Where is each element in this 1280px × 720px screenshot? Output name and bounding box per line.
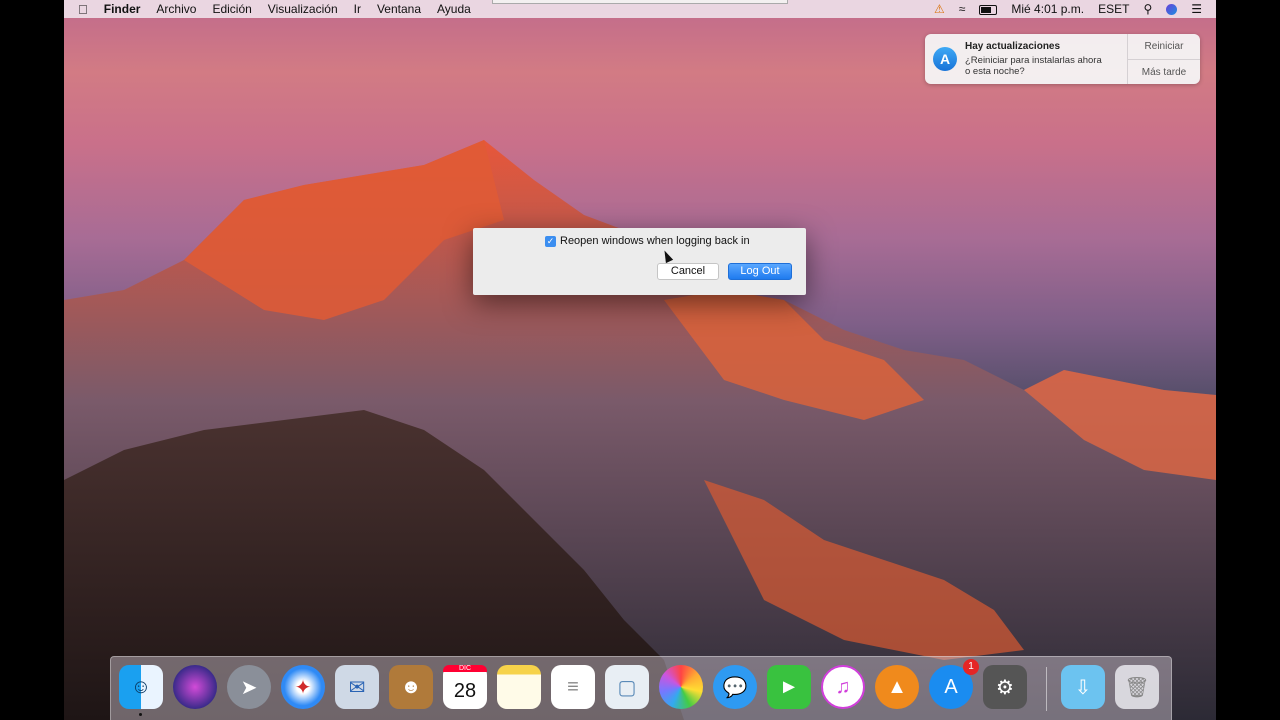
notes-icon[interactable]: [497, 665, 541, 709]
menu-visualizacion[interactable]: Visualización: [268, 2, 338, 16]
calendar-icon[interactable]: DIC 28: [443, 665, 487, 709]
menu-app-name[interactable]: Finder: [104, 2, 141, 16]
menu-ayuda[interactable]: Ayuda: [437, 2, 471, 16]
notification-body: ¿Reiniciar para instalarlas ahora o esta…: [965, 55, 1102, 77]
preview-icon[interactable]: ▢: [605, 665, 649, 709]
apple-menu-icon[interactable]: : [78, 2, 88, 17]
spotlight-strip: [492, 0, 788, 4]
menu-archivo[interactable]: Archivo: [156, 2, 196, 16]
app-store-icon: A: [933, 47, 957, 71]
notification-title: Hay actualizaciones: [965, 41, 1061, 52]
update-notification[interactable]: A Hay actualizaciones ¿Reiniciar para in…: [925, 34, 1200, 84]
siri-icon[interactable]: [1166, 3, 1178, 15]
desktop:  Finder Archivo Edición Visualización I…: [64, 0, 1216, 720]
search-icon[interactable]: ⚲: [1143, 2, 1152, 16]
calendar-month: DIC: [443, 665, 487, 672]
wifi-icon[interactable]: ≈: [959, 2, 966, 16]
logout-button[interactable]: Log Out: [728, 263, 792, 280]
finder-icon[interactable]: ☺: [119, 665, 163, 716]
calendar-day: 28: [453, 679, 477, 702]
dock: ☺ ➤ ✦ ✉ ☻ DIC 28 ≡ ▢ 💬 ► ♫ ▲ A 1 ⚙ ⇩ 🗑: [110, 656, 1172, 720]
warning-icon[interactable]: ⚠: [934, 2, 945, 16]
dock-separator: [1046, 667, 1047, 711]
messages-icon[interactable]: 💬: [713, 665, 757, 709]
downloads-icon[interactable]: ⇩: [1061, 665, 1105, 709]
restart-button[interactable]: Reiniciar: [1128, 34, 1200, 60]
notification-center-icon[interactable]: ☰: [1191, 2, 1202, 16]
trash-icon[interactable]: 🗑: [1115, 665, 1159, 709]
later-button[interactable]: Más tarde: [1128, 60, 1200, 85]
menu-edicion[interactable]: Edición: [212, 2, 251, 16]
safari-icon[interactable]: ✦: [281, 665, 325, 709]
clock[interactable]: Mié 4:01 p.m.: [1011, 2, 1084, 16]
reopen-windows-label[interactable]: Reopen windows when logging back in: [560, 235, 750, 247]
facetime-icon[interactable]: ►: [767, 665, 811, 709]
app-store-badge: 1: [963, 659, 979, 675]
wallpaper-mountains: [64, 140, 1216, 720]
notification-actions: Reiniciar Más tarde: [1127, 34, 1200, 84]
siri-icon[interactable]: [173, 665, 217, 709]
menu-bar:  Finder Archivo Edición Visualización I…: [64, 0, 1216, 18]
reopen-windows-checkbox[interactable]: ✓: [545, 235, 556, 247]
itunes-icon[interactable]: ♫: [821, 665, 865, 709]
finder-running-dot: [139, 713, 142, 716]
app-store-icon[interactable]: A 1: [929, 659, 979, 709]
launchpad-icon[interactable]: ➤: [227, 665, 271, 709]
mail-icon[interactable]: ✉: [335, 665, 379, 709]
system-preferences-icon[interactable]: ⚙: [983, 665, 1027, 709]
battery-icon[interactable]: [979, 5, 998, 15]
eset-menu[interactable]: ESET: [1098, 2, 1129, 16]
menu-ventana[interactable]: Ventana: [377, 2, 421, 16]
reminders-icon[interactable]: ≡: [551, 665, 595, 709]
reopen-windows-row[interactable]: ✓ Reopen windows when logging back in: [545, 235, 750, 247]
logout-dialog: ✓ Reopen windows when logging back in Ca…: [473, 228, 806, 295]
cancel-button[interactable]: Cancel: [657, 263, 719, 280]
photos-icon[interactable]: [659, 665, 703, 709]
ibooks-icon[interactable]: ▲: [875, 665, 919, 709]
menu-ir[interactable]: Ir: [354, 2, 361, 16]
contacts-icon[interactable]: ☻: [389, 665, 433, 709]
